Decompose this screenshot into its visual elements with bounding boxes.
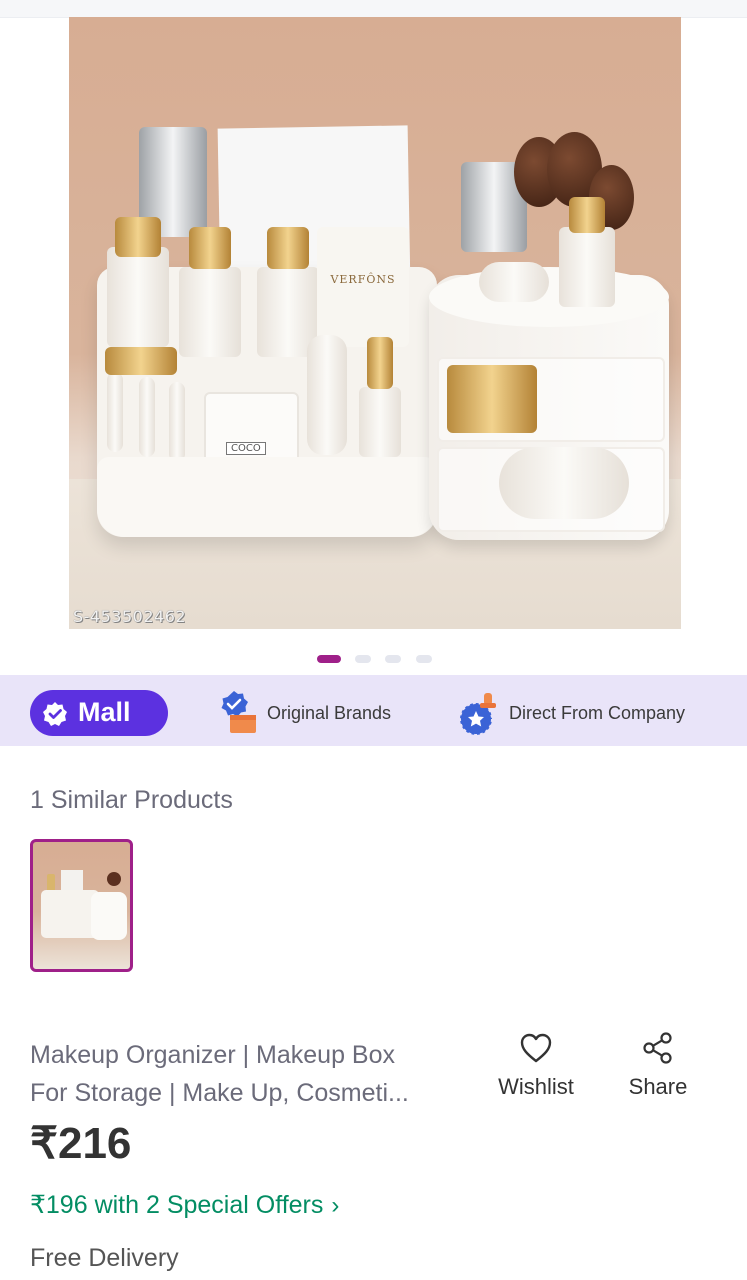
image-round-case [307, 335, 347, 455]
verified-check-icon [43, 702, 67, 726]
share-button[interactable]: Share [620, 1032, 696, 1100]
delivery-info: Free Delivery [30, 1244, 179, 1272]
mall-badge[interactable]: Mall [30, 690, 168, 736]
image-lipstick-1 [107, 372, 123, 452]
image-gold-caps [105, 347, 177, 375]
feature-original-brands-label: Original Brands [267, 703, 392, 723]
image-gold-pump-3 [267, 227, 309, 269]
special-offers-text: ₹196 with 2 Special Offers [30, 1191, 324, 1219]
tube-label: VERFÔNS [330, 273, 396, 286]
carousel-dot-2[interactable] [355, 655, 371, 663]
feature-direct-from-company-label: Direct From Company [509, 703, 686, 723]
wishlist-label: Wishlist [498, 1074, 574, 1099]
feature-direct-from-company: Direct From Company [456, 675, 726, 746]
image-serum-bottle [559, 227, 615, 307]
box-label: COCO [226, 442, 266, 455]
image-lipstick-2 [139, 377, 155, 457]
product-title-line-1: Makeup Organizer | Makeup Box [30, 1041, 396, 1069]
feature-original-brands: Original Brands [214, 675, 414, 746]
image-drawer-lid [429, 267, 669, 327]
image-gold-pump-2 [189, 227, 231, 269]
image-jar [499, 447, 629, 519]
image-gold-pump-1 [115, 217, 161, 257]
image-lipstick-3 [169, 382, 185, 462]
similar-product-thumbnail[interactable] [30, 839, 133, 972]
verified-box-icon [221, 691, 256, 733]
features-bar: Mall Original Brands Direct From Company [0, 675, 747, 746]
image-compact [479, 262, 549, 302]
product-price: ₹216 [30, 1119, 132, 1168]
carousel-dot-3[interactable] [385, 655, 401, 663]
similar-products-title: 1 Similar Products [30, 786, 233, 814]
image-dropper-bottle [359, 387, 401, 457]
chevron-right-icon: › [331, 1192, 340, 1219]
wishlist-button[interactable]: Wishlist [487, 1032, 585, 1100]
product-title: Makeup Organizer | Makeup Box For Storag… [30, 1036, 475, 1112]
image-tray-front [97, 457, 437, 537]
image-gold-items [447, 365, 537, 433]
image-cream-tube: VERFÔNS [317, 227, 409, 347]
image-bottle-1 [107, 247, 169, 347]
share-icon [643, 1032, 672, 1064]
image-bottle-2 [179, 267, 241, 357]
share-label: Share [628, 1074, 688, 1099]
top-strip [0, 0, 747, 18]
image-watermark: S-453502462 [73, 607, 187, 626]
company-stamp-icon [459, 693, 496, 736]
product-image[interactable]: VERFÔNS COCO S-453502462 [69, 17, 681, 629]
mall-label: Mall [78, 697, 131, 727]
heart-icon [520, 1033, 552, 1063]
special-offers-link[interactable]: ₹196 with 2 Special Offers › [30, 1190, 339, 1220]
carousel-dot-1[interactable] [317, 655, 341, 663]
carousel-indicator [0, 655, 747, 663]
image-dropper-cap [367, 337, 393, 389]
thumb-brush [107, 872, 121, 886]
carousel-dot-4[interactable] [416, 655, 432, 663]
thumb-drawers [91, 892, 127, 940]
product-title-line-2: For Storage | Make Up, Cosmeti... [30, 1079, 409, 1107]
image-perfume-box: COCO [204, 392, 299, 467]
image-serum-cap [569, 197, 605, 233]
